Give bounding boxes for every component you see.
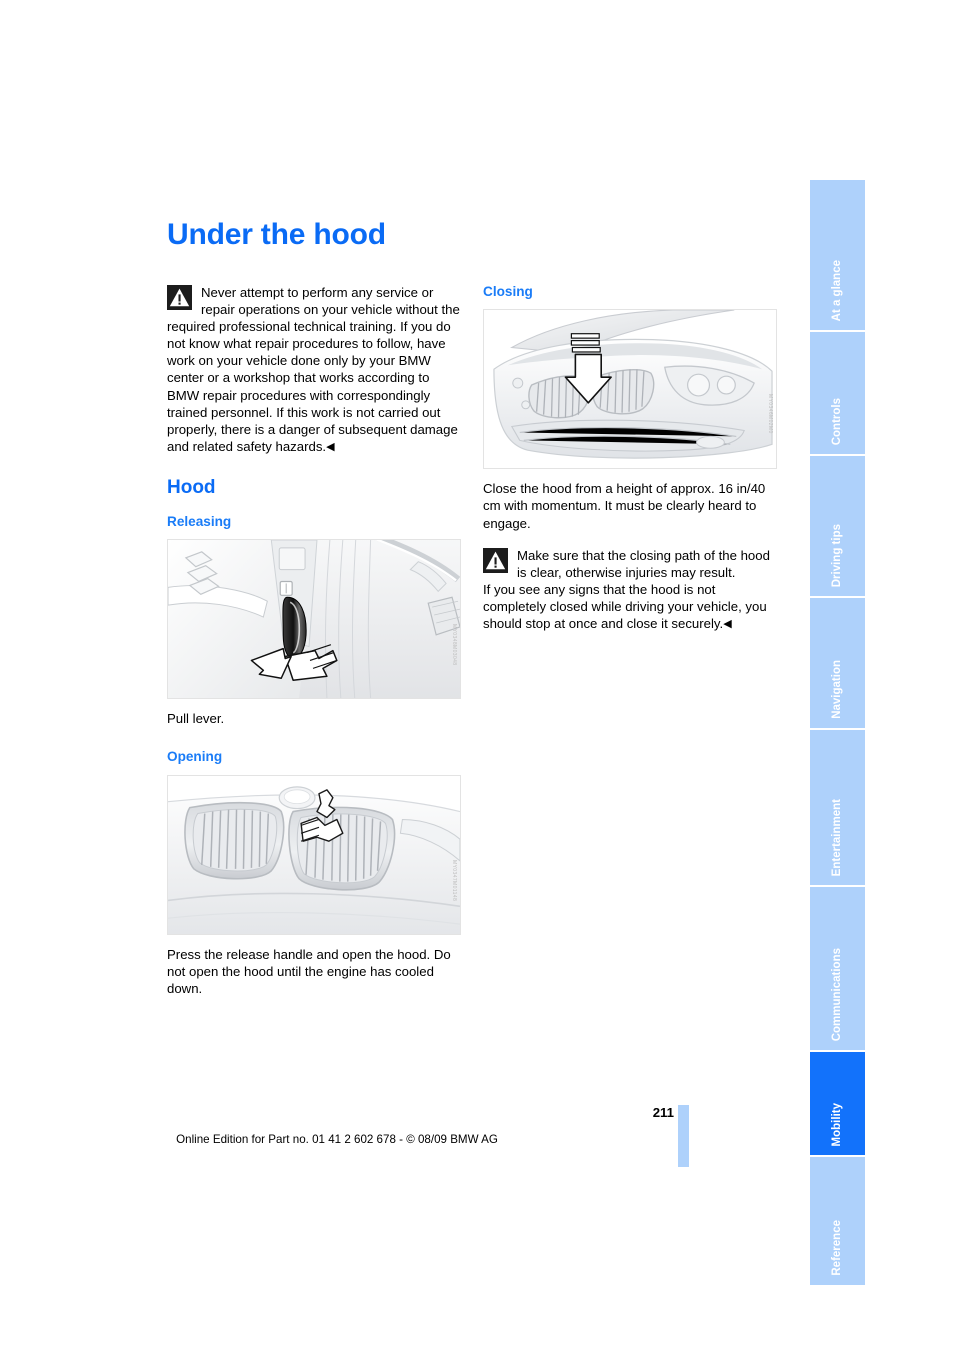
- sidebar-tab-communications[interactable]: Communications: [810, 887, 865, 1050]
- sidebar-tab-driving-tips[interactable]: Driving tips: [810, 456, 865, 596]
- page-title: Under the hood: [167, 218, 386, 251]
- sidebar-tab-at-a-glance[interactable]: At a glance: [810, 180, 865, 330]
- chapter-tab-sidebar: At a glance Controls Driving tips Navigatio…: [810, 180, 865, 1285]
- sidebar-tab-label-wrap: Communications: [810, 887, 865, 1050]
- sidebar-tab-label: Controls: [831, 397, 843, 445]
- left-column: Never attempt to perform any service or …: [167, 284, 461, 997]
- warning-note-top: Never attempt to perform any service or …: [167, 284, 461, 455]
- subheading-closing: Closing: [483, 284, 533, 299]
- warning-note-closing-continuation: If you see any signs that the hood is no…: [483, 581, 777, 632]
- figure-code-opening: MY0347M01148: [451, 859, 457, 901]
- footer-copyright-note: Online Edition for Part no. 01 41 2 602 …: [176, 1133, 498, 1146]
- figure-releasing-hood-lever: MY0348M03048: [167, 539, 461, 700]
- figure-code-closing: MY0346M02M0: [767, 394, 773, 435]
- section-heading-hood: Hood: [167, 476, 216, 498]
- subheading-releasing: Releasing: [167, 513, 232, 529]
- sidebar-tab-label: At a glance: [831, 259, 843, 321]
- section-end-marker: ◀: [326, 440, 335, 453]
- caption-opening: Press the release handle and open the ho…: [167, 946, 451, 996]
- figure-opening-hood-grille: MY0347M01148: [167, 774, 461, 935]
- warning-note-top-text: Never attempt to perform any service or …: [167, 285, 460, 454]
- sidebar-tab-navigation[interactable]: Navigation: [810, 598, 865, 728]
- sidebar-tab-label-wrap: Reference: [810, 1157, 865, 1285]
- sidebar-tab-label: Reference: [831, 1220, 843, 1276]
- sidebar-tab-label-wrap: At a glance: [810, 180, 865, 330]
- sidebar-tab-label-wrap: Controls: [810, 332, 865, 454]
- sidebar-tab-label: Navigation: [831, 660, 843, 719]
- sidebar-tab-label-wrap: Navigation: [810, 598, 865, 728]
- warning-note-closing-text: Make sure that the closing path of the h…: [517, 547, 770, 580]
- warning-triangle-icon: [167, 285, 192, 310]
- sidebar-tab-reference[interactable]: Reference: [810, 1157, 865, 1285]
- caption-closing: Close the hood from a height of approx. …: [483, 481, 766, 531]
- sidebar-tab-label-wrap: Driving tips: [810, 456, 865, 596]
- sidebar-tab-label: Driving tips: [831, 523, 843, 587]
- warning-triangle-icon: [483, 547, 508, 573]
- manual-page: Under the hood Never attempt to perform …: [0, 0, 954, 1350]
- sidebar-tab-entertainment[interactable]: Entertainment: [810, 730, 865, 885]
- figure-closing-hood-front: MY0346M02M0: [483, 309, 777, 470]
- section-end-marker: ◀: [723, 617, 732, 630]
- warning-note-closing: Make sure that the closing path of the h…: [483, 547, 777, 581]
- subheading-opening: Opening: [167, 749, 223, 765]
- caption-releasing: Pull lever.: [167, 711, 225, 727]
- right-column: Closing MY0346M02M0 Close the hood from …: [483, 284, 777, 632]
- sidebar-tab-label: Entertainment: [831, 798, 843, 876]
- figure-code-releasing: MY0348M03048: [451, 624, 457, 666]
- page-number: 211: [652, 1105, 674, 1120]
- sidebar-tab-label-wrap: Entertainment: [810, 730, 865, 885]
- footer-accent-bar: [678, 1105, 689, 1167]
- sidebar-tab-controls[interactable]: Controls: [810, 332, 865, 454]
- sidebar-tab-label: Communications: [831, 947, 843, 1041]
